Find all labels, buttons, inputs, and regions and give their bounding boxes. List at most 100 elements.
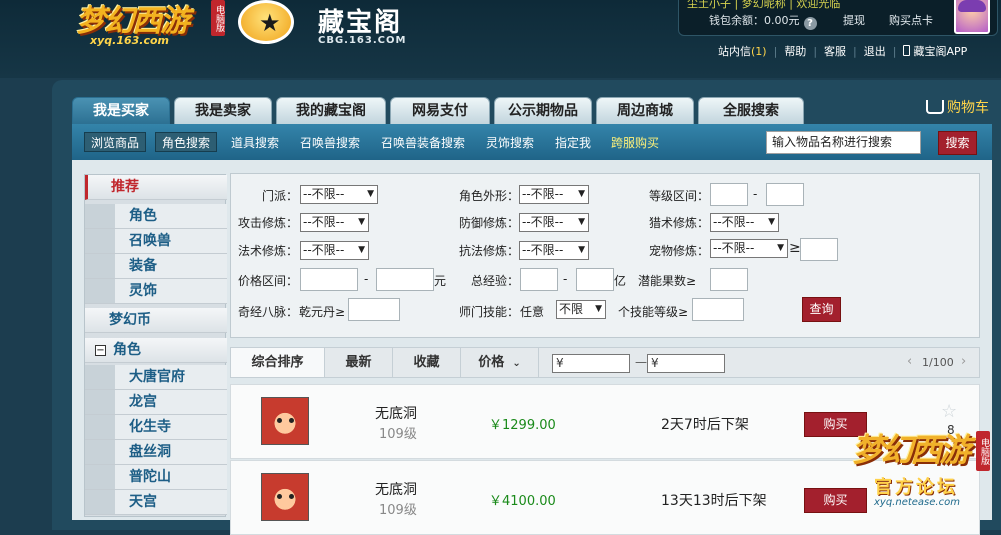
level-range-label: 等级区间： [649,189,710,203]
school-label: 门派： [262,189,299,203]
sidebar-item-label: 灵饰 [129,283,157,299]
skill-select[interactable]: 不限 ▼ [556,300,606,319]
role-level: 109级 [379,427,417,442]
role-price: ￥4100.00 [489,494,556,509]
sidebar-item-pet[interactable]: 召唤兽 [85,229,227,254]
sidebar-role-group[interactable]: − 角色 [85,338,227,363]
attack-select-value: --不限-- [303,215,345,229]
skill-level-input[interactable] [692,298,744,321]
price-range-dash: — [635,355,647,369]
sidebar-item-school[interactable]: 盘丝洞 [85,440,227,465]
sort-price[interactable]: 价格 ⌄ [461,348,539,377]
app-label: 藏宝阁APP [913,45,968,58]
hunt-label: 猎术修炼： [649,216,710,230]
appearance-select[interactable]: --不限-- ▼ [519,185,589,204]
subnav-pet-search[interactable]: 召唤兽搜索 [300,134,360,151]
sidebar-item-school[interactable]: 天宫 [85,490,227,515]
app-link[interactable]: 藏宝阁APP [903,43,967,59]
tab-netease-pay[interactable]: 网易支付 [390,97,490,124]
star-icon[interactable]: ☆ [941,401,957,422]
sidebar-item-equipment[interactable]: 装备 [85,254,227,279]
buy-card-link[interactable]: 购买点卡 [889,12,933,28]
resist-select[interactable]: --不限-- ▼ [519,241,589,260]
pet-level-input[interactable] [800,238,838,261]
magic-select-value: --不限-- [303,243,345,257]
subnav-pet-equip-search[interactable]: 召唤兽装备搜索 [381,134,465,151]
search-button[interactable]: 搜索 [938,131,977,155]
role-school: 无底洞 [375,406,417,422]
sidebar-recommend[interactable]: 推荐 [85,175,227,200]
exp-label: 总经验： [471,274,520,288]
sidebar-item-school[interactable]: 普陀山 [85,465,227,490]
sidebar: 推荐 角色 召唤兽 装备 灵饰 梦幻币 − 角色 大唐官府 龙宫 化生寺 盘丝洞 … [84,174,227,517]
prev-page-icon[interactable]: ‹ [907,354,912,369]
tab-public-items[interactable]: 公示期物品 [494,97,592,124]
subnav-item-search[interactable]: 道具搜索 [231,134,279,151]
price-to-input[interactable]: ¥ [647,354,725,373]
tab-buyer[interactable]: 我是买家 [72,97,170,125]
subnav-accessory-search[interactable]: 灵饰搜索 [486,134,534,151]
meridian-input[interactable] [348,298,400,321]
price-max-input[interactable] [376,268,434,291]
sidebar-item-label: 装备 [129,258,157,274]
exp-max-input[interactable] [576,268,614,291]
hunt-select[interactable]: --不限-- ▼ [710,213,779,232]
tab-all-server-search[interactable]: 全服搜索 [698,97,804,124]
forum-watermark: 梦幻西游 电脑版 官方论坛 xyq.netease.com [852,425,992,515]
cart-link[interactable]: 购物车 [926,97,989,117]
pet-label: 宠物修炼： [649,244,710,258]
item-search-input[interactable]: 输入物品名称进行搜索 [766,131,921,154]
skill-label: 师门技能： [459,305,520,319]
level-min-input[interactable] [710,183,748,206]
chevron-down-icon: ▼ [358,217,365,227]
sidebar-item-school[interactable]: 大唐官府 [85,365,227,390]
tab-seller[interactable]: 我是卖家 [174,97,272,124]
sidebar-item-school[interactable]: 龙宫 [85,390,227,415]
sort-default[interactable]: 综合排序 [231,348,325,377]
school-select[interactable]: --不限-- ▼ [300,185,378,204]
subnav-role-search[interactable]: 角色搜索 [155,132,218,152]
game-logo-tag: 电脑版 [211,0,225,36]
subnav-cross-server[interactable]: 跨服购买 [611,134,659,151]
price-min-input[interactable] [300,268,358,291]
query-button[interactable]: 查询 [802,297,841,322]
sidebar-item-role[interactable]: 角色 [85,204,227,229]
sidebar-currency[interactable]: 梦幻币 [85,308,227,333]
subnav-designated[interactable]: 指定我 [555,134,591,151]
defense-select[interactable]: --不限-- ▼ [519,213,589,232]
pet-gte: ≥ [789,240,801,256]
page-indicator: 1/100 [922,356,954,369]
logout-link[interactable]: 退出 [864,43,886,59]
service-link[interactable]: 客服 [824,43,846,59]
magic-select[interactable]: --不限-- ▼ [300,241,369,260]
potential-input[interactable] [710,268,748,291]
subnav-browse[interactable]: 浏览商品 [84,132,147,152]
game-logo[interactable]: 梦幻西游 电脑版 xyq.163.com [72,0,227,48]
sidebar-item-school[interactable]: 化生寺 [85,415,227,440]
tab-merch[interactable]: 周边商城 [596,97,694,124]
next-page-icon[interactable]: › [961,354,966,369]
withdraw-link[interactable]: 提现 [843,12,865,28]
chevron-down-icon: ▼ [578,217,585,227]
inbox-link[interactable]: 站内信(1) [718,43,767,59]
sort-favorites[interactable]: 收藏 [393,348,461,377]
sort-newest[interactable]: 最新 [325,348,393,377]
skill-select-value: 不限 [559,302,584,316]
level-max-input[interactable] [766,183,804,206]
sort-bar: 综合排序 最新 收藏 价格 ⌄ ¥ — ¥ ‹ 1/100 › [230,347,980,378]
price-from-input[interactable]: ¥ [552,354,630,373]
cbg-logo[interactable]: ★ 藏宝阁 CBG.163.COM [236,0,416,48]
help-link[interactable]: 帮助 [784,43,806,59]
sidebar-item-accessory[interactable]: 灵饰 [85,279,227,304]
tab-my-cbg[interactable]: 我的藏宝阁 [276,97,386,124]
role-avatar[interactable] [261,473,309,521]
exp-unit: 亿 [614,274,627,288]
help-icon[interactable]: ? [803,17,817,30]
meridian-item: 乾元丹≥ [299,305,346,319]
role-avatar[interactable] [261,397,309,445]
exp-min-input[interactable] [520,268,558,291]
user-avatar[interactable] [954,0,990,34]
pet-select[interactable]: --不限-- ▼ [710,239,788,258]
attack-select[interactable]: --不限-- ▼ [300,213,369,232]
collapse-icon[interactable]: − [95,345,106,356]
